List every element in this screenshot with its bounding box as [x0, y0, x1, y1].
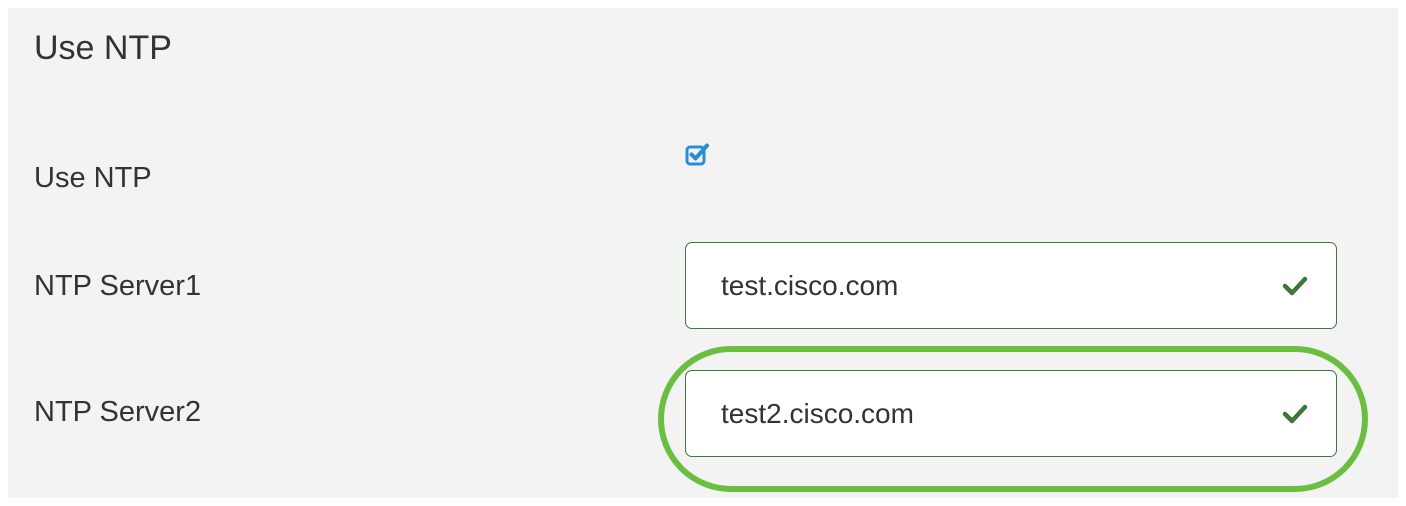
use-ntp-label: Use NTP — [34, 162, 152, 194]
checkmark-icon — [1282, 276, 1308, 296]
checkbox-checked-icon — [685, 143, 709, 166]
ntp-server1-field — [685, 242, 1337, 329]
ntp-server2-input[interactable] — [686, 371, 1336, 456]
ntp-server2-label: NTP Server2 — [34, 396, 202, 428]
use-ntp-checkbox[interactable] — [685, 142, 709, 166]
ntp-settings-panel: Use NTP Use NTP NTP Server1 NTP Server2 — [8, 8, 1398, 498]
ntp-server1-input[interactable] — [686, 243, 1336, 328]
checkmark-icon — [1282, 404, 1308, 424]
ntp-server1-label: NTP Server1 — [34, 270, 202, 302]
ntp-server2-field — [685, 370, 1337, 457]
section-title: Use NTP — [34, 29, 172, 67]
